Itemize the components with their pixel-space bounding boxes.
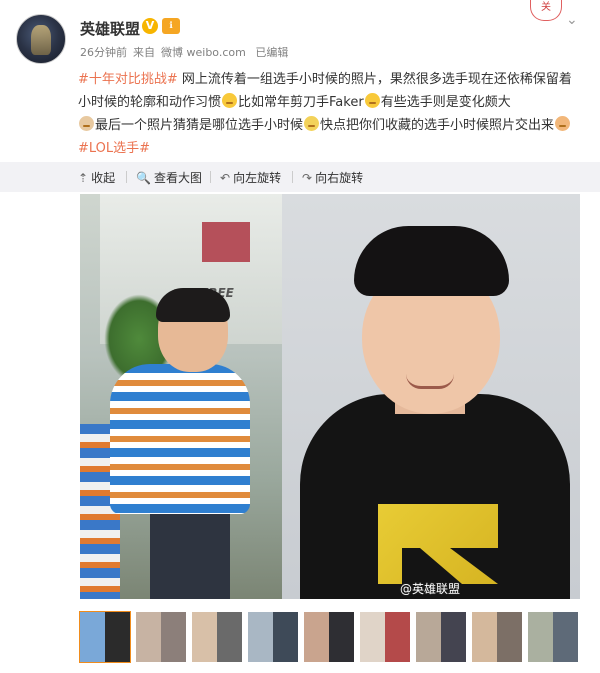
thumbnail-right [497, 612, 522, 662]
collapse-icon: ⇡ [78, 171, 89, 185]
avatar[interactable] [16, 14, 66, 64]
divider [126, 171, 127, 183]
main-photo[interactable]: FREE [80, 194, 580, 599]
childhood-photo: FREE [80, 194, 282, 599]
thumbnail-right [441, 612, 466, 662]
glasses-emoji-icon [304, 116, 320, 131]
thumbnail-right [105, 612, 130, 662]
verified-icon[interactable]: V [142, 18, 158, 34]
rotate-right-icon: ↷ [302, 171, 313, 185]
post-header: 英雄联盟 V ℹ 26分钟前 来自 微博 weibo.com 已编辑 关 ⌄ [0, 0, 600, 64]
level-icon[interactable]: ℹ [162, 18, 180, 34]
watermark: @英雄联盟 [400, 582, 461, 596]
rotate-right-button[interactable]: ↷ 向右旋转 [302, 169, 363, 186]
thumbnail[interactable] [472, 612, 522, 662]
thumbnail[interactable] [528, 612, 578, 662]
dog-emoji-icon [79, 116, 94, 131]
thumbnail-right [273, 612, 298, 662]
hashtag-link[interactable]: #十年对比挑战# [78, 72, 178, 87]
thumbnail-strip [79, 611, 580, 663]
stamp-icon: 关 [530, 0, 562, 21]
thumbnail[interactable] [416, 612, 466, 662]
thumbnail[interactable] [360, 612, 410, 662]
post-text: #十年对比挑战# 网上流传着一组选手小时候的照片，果然很多选手现在还依稀保留着小… [78, 68, 583, 160]
view-large-label: 查看大图 [153, 171, 202, 185]
chevron-down-icon[interactable]: ⌄ [566, 12, 578, 28]
post-text-4: 最后一个照片猜猜是哪位选手小时候 [95, 118, 304, 133]
thumbnail-left [472, 612, 497, 662]
edited-label: 已编辑 [255, 46, 289, 59]
post-text-3: 有些选手则是变化颇大 [380, 95, 511, 110]
red-box [202, 222, 250, 262]
rotate-right-label: 向右旋转 [315, 171, 364, 185]
hashtag-link[interactable]: #LOL选手# [78, 141, 150, 156]
divider [210, 171, 211, 183]
thumbnail[interactable] [136, 612, 186, 662]
thumbnail-left [136, 612, 161, 662]
divider [292, 171, 293, 183]
thumbnail-left [528, 612, 553, 662]
child-hair [156, 288, 230, 322]
thumbnail[interactable] [304, 612, 354, 662]
thumbnail[interactable] [248, 612, 298, 662]
rotate-left-label: 向左旋转 [233, 171, 282, 185]
thumbnail[interactable] [79, 611, 131, 663]
thumbnail-left [192, 612, 217, 662]
post-time[interactable]: 26分钟前 [80, 46, 127, 59]
collapse-button[interactable]: ⇡ 收起 [78, 169, 115, 186]
child-legs [150, 510, 230, 599]
thumbnail-left [248, 612, 273, 662]
adult-hair [354, 226, 509, 296]
child-body [110, 364, 250, 514]
emoji-icon [364, 93, 380, 108]
thumbnail-left [304, 612, 329, 662]
thumbnail-left [416, 612, 441, 662]
image-toolbar: ⇡ 收起 🔍 查看大图 ↶ 向左旋转 ↷ 向右旋转 [0, 162, 600, 192]
username[interactable]: 英雄联盟 [80, 18, 140, 39]
thumbnail-left [360, 612, 385, 662]
adult-shirt [300, 394, 570, 599]
emoji-icon [222, 93, 238, 108]
post-meta: 26分钟前 来自 微博 weibo.com 已编辑 [80, 44, 294, 60]
thumbnail-right [217, 612, 242, 662]
rotate-left-button[interactable]: ↶ 向左旋转 [220, 169, 281, 186]
adult-smile [406, 374, 454, 389]
collapse-label: 收起 [91, 171, 116, 185]
post-source[interactable]: 微博 weibo.com [161, 46, 246, 59]
thumbnail-right [161, 612, 186, 662]
source-prefix: 来自 [133, 46, 155, 59]
avatar-figure [31, 25, 51, 55]
thumbnail-right [329, 612, 354, 662]
thumbnail-right [553, 612, 578, 662]
thumbnail[interactable] [192, 612, 242, 662]
thumbnail-right [385, 612, 410, 662]
view-large-button[interactable]: 🔍 查看大图 [136, 169, 202, 186]
post-text-5: 快点把你们收藏的选手小时候照片交出来 [320, 118, 555, 133]
clap-emoji-icon [555, 116, 571, 131]
thumbnail-left [80, 612, 105, 662]
search-icon: 🔍 [136, 171, 151, 185]
rotate-left-icon: ↶ [220, 171, 231, 185]
post-text-2: 比如常年剪刀手Faker [238, 95, 364, 110]
adult-photo [282, 194, 580, 599]
